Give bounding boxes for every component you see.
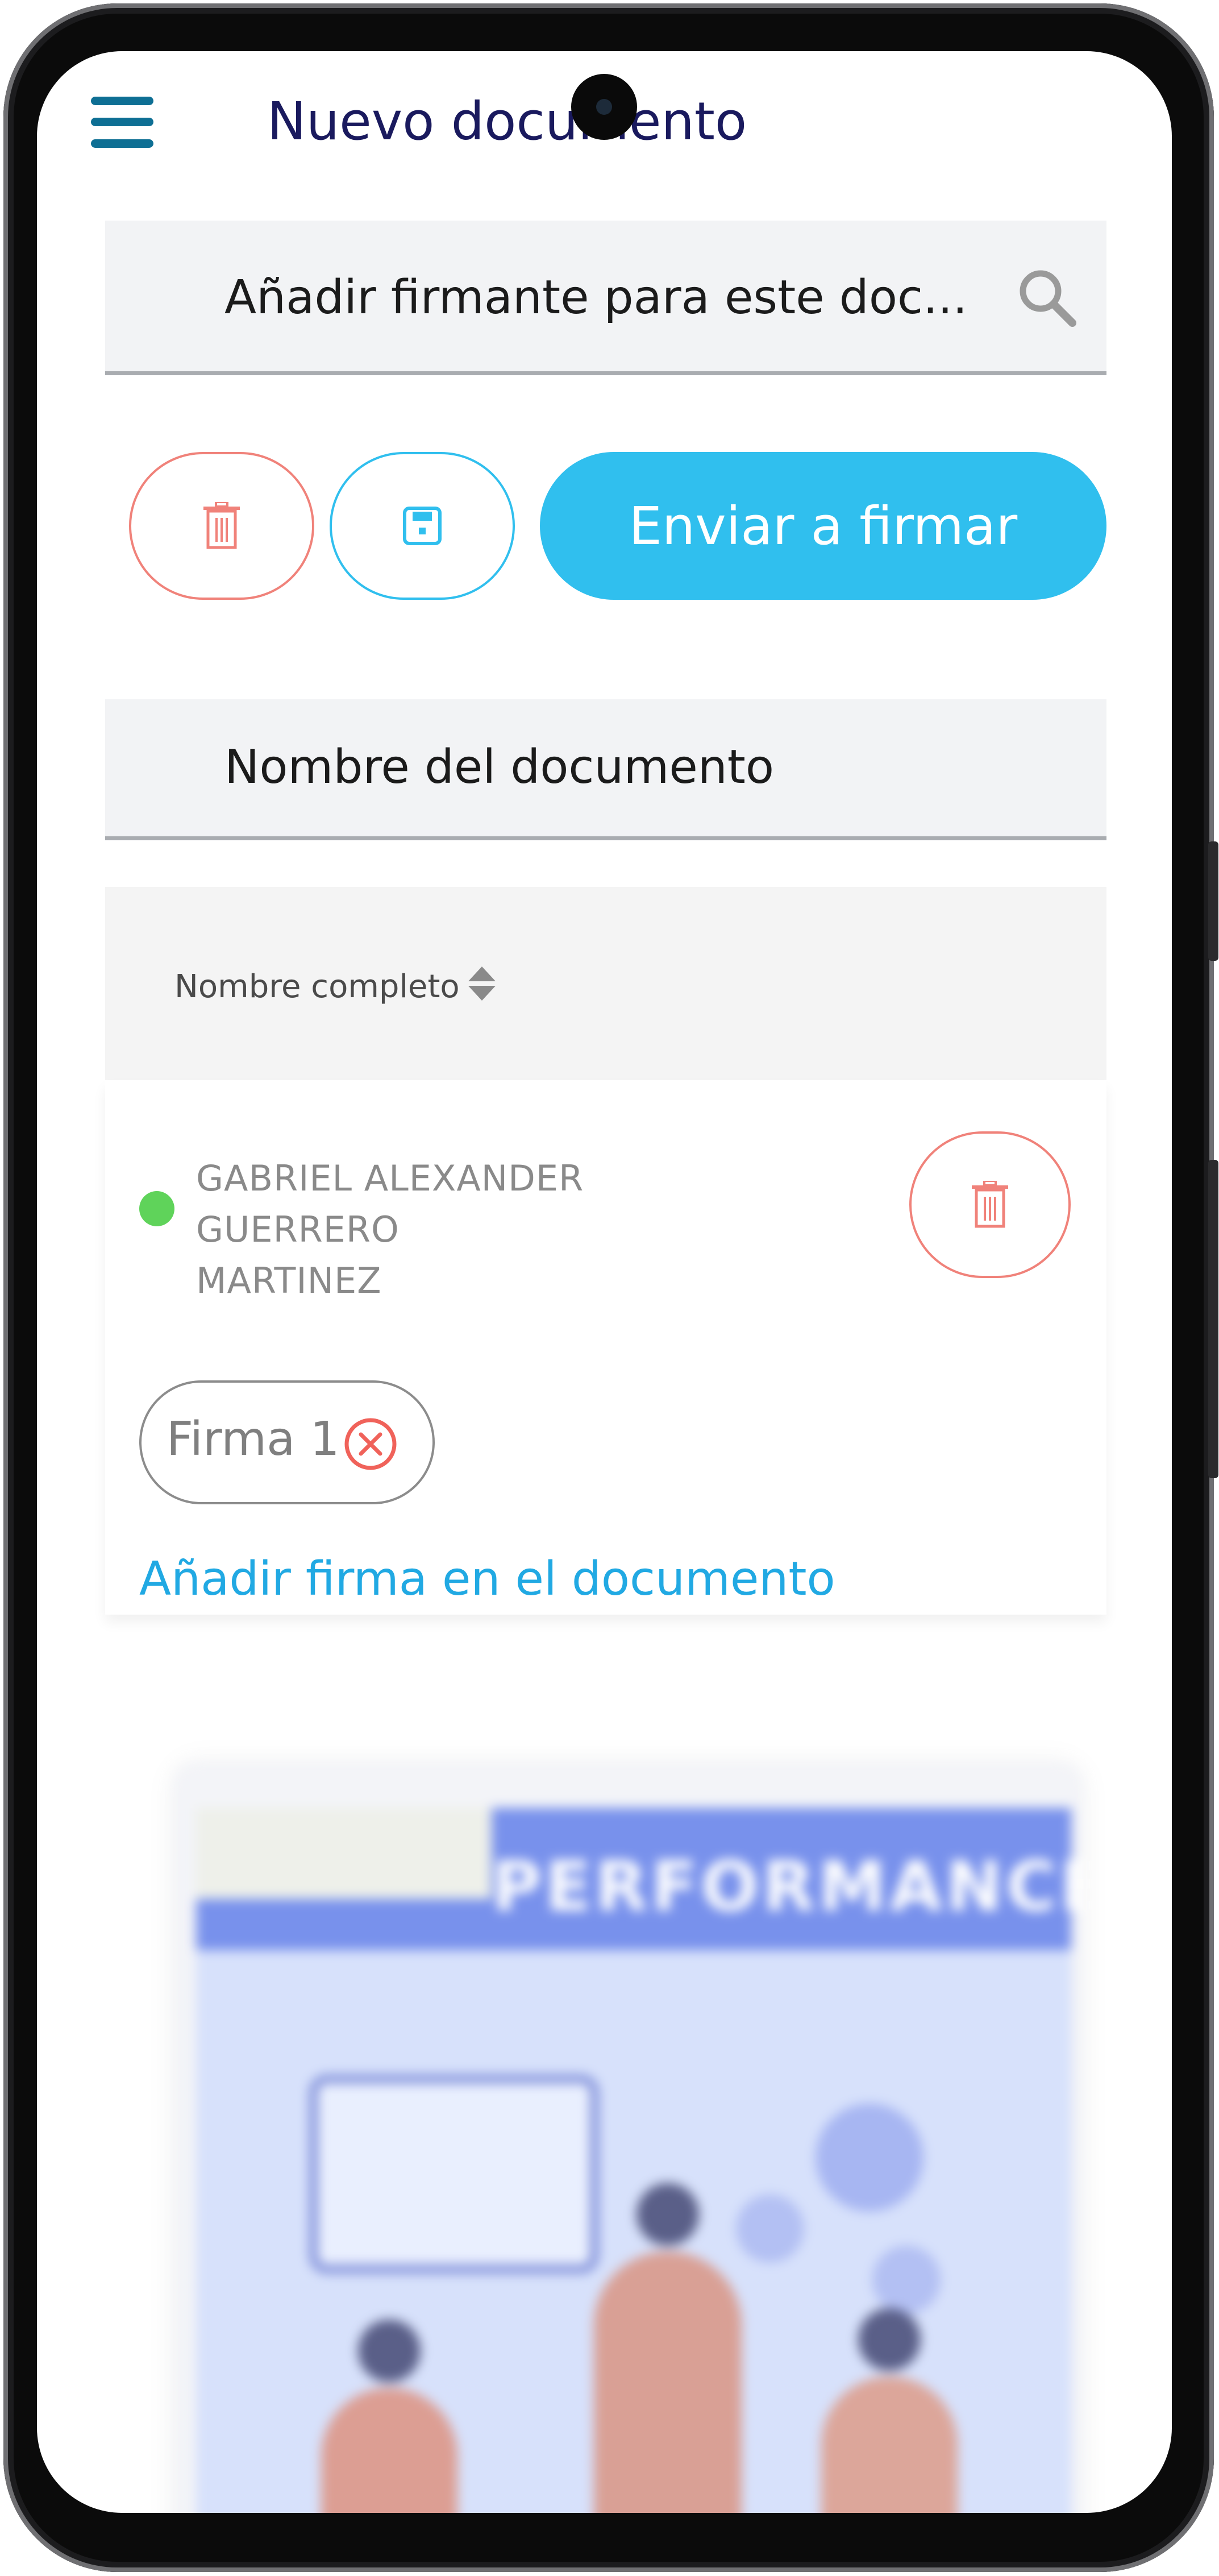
preview-banner-corner — [196, 1808, 492, 1899]
gear-icon — [872, 2246, 941, 2314]
power-button — [1208, 1160, 1218, 1478]
signers-table-header: Nombre completo — [105, 887, 1106, 1080]
document-name-field[interactable]: Nombre del documento — [105, 699, 1106, 840]
signer-name-line-1: GABRIEL ALEXANDER GUERRERO — [196, 1158, 584, 1250]
page-title: Nuevo documento — [267, 91, 747, 152]
preview-illustration-person — [821, 2376, 958, 2513]
save-draft-button[interactable] — [330, 452, 515, 600]
remove-signer-button[interactable] — [909, 1131, 1071, 1278]
column-header-full-name[interactable]: Nombre completo — [174, 968, 460, 1005]
preview-banner-text: PERFORMANCE TIPS — [492, 1848, 1083, 1927]
preview-illustration-person — [594, 2251, 742, 2513]
preview-page: PERFORMANCE TIPS — [196, 1808, 1083, 2513]
preview-illustration-person — [321, 2388, 457, 2513]
gear-icon — [816, 2104, 923, 2212]
front-camera — [571, 74, 637, 140]
status-indicator — [139, 1191, 174, 1226]
signature-chip[interactable]: Firma 1 — [139, 1380, 435, 1504]
search-placeholder: Añadir firmante para este doc... — [224, 271, 968, 325]
phone-frame: Nuevo documento Añadir firmante para est… — [0, 0, 1219, 2576]
search-icon[interactable] — [1016, 266, 1078, 329]
app-screen: Nuevo documento Añadir firmante para est… — [37, 51, 1172, 2513]
delete-document-button[interactable] — [129, 452, 314, 600]
send-to-sign-button[interactable]: Enviar a firmar — [540, 452, 1106, 600]
volume-button — [1208, 841, 1218, 961]
preview-illustration-board — [310, 2075, 598, 2273]
close-circle-icon[interactable] — [343, 1417, 398, 1471]
menu-icon[interactable] — [91, 97, 153, 148]
preview-illustration-head — [358, 2320, 421, 2382]
floppy-disk-icon — [403, 507, 442, 545]
preview-illustration-head — [636, 2183, 699, 2246]
sort-icon[interactable] — [466, 961, 498, 1006]
gear-icon — [736, 2195, 804, 2263]
document-name-placeholder: Nombre del documento — [224, 740, 775, 794]
document-preview[interactable]: PERFORMANCE TIPS — [173, 1762, 1083, 2513]
signer-name-line-2: MARTINEZ — [196, 1260, 382, 1301]
signer-row: GABRIEL ALEXANDER GUERRERO MARTINEZ Firm… — [105, 1080, 1106, 1615]
trash-icon — [203, 502, 240, 549]
add-signature-link[interactable]: Añadir firma en el documento — [139, 1552, 835, 1606]
add-signer-search-input[interactable]: Añadir firmante para este doc... — [105, 221, 1106, 375]
signer-full-name: GABRIEL ALEXANDER GUERRERO MARTINEZ — [196, 1153, 793, 1306]
signature-chip-label: Firma 1 — [167, 1412, 340, 1466]
trash-icon — [972, 1181, 1008, 1228]
preview-illustration-head — [858, 2308, 921, 2371]
